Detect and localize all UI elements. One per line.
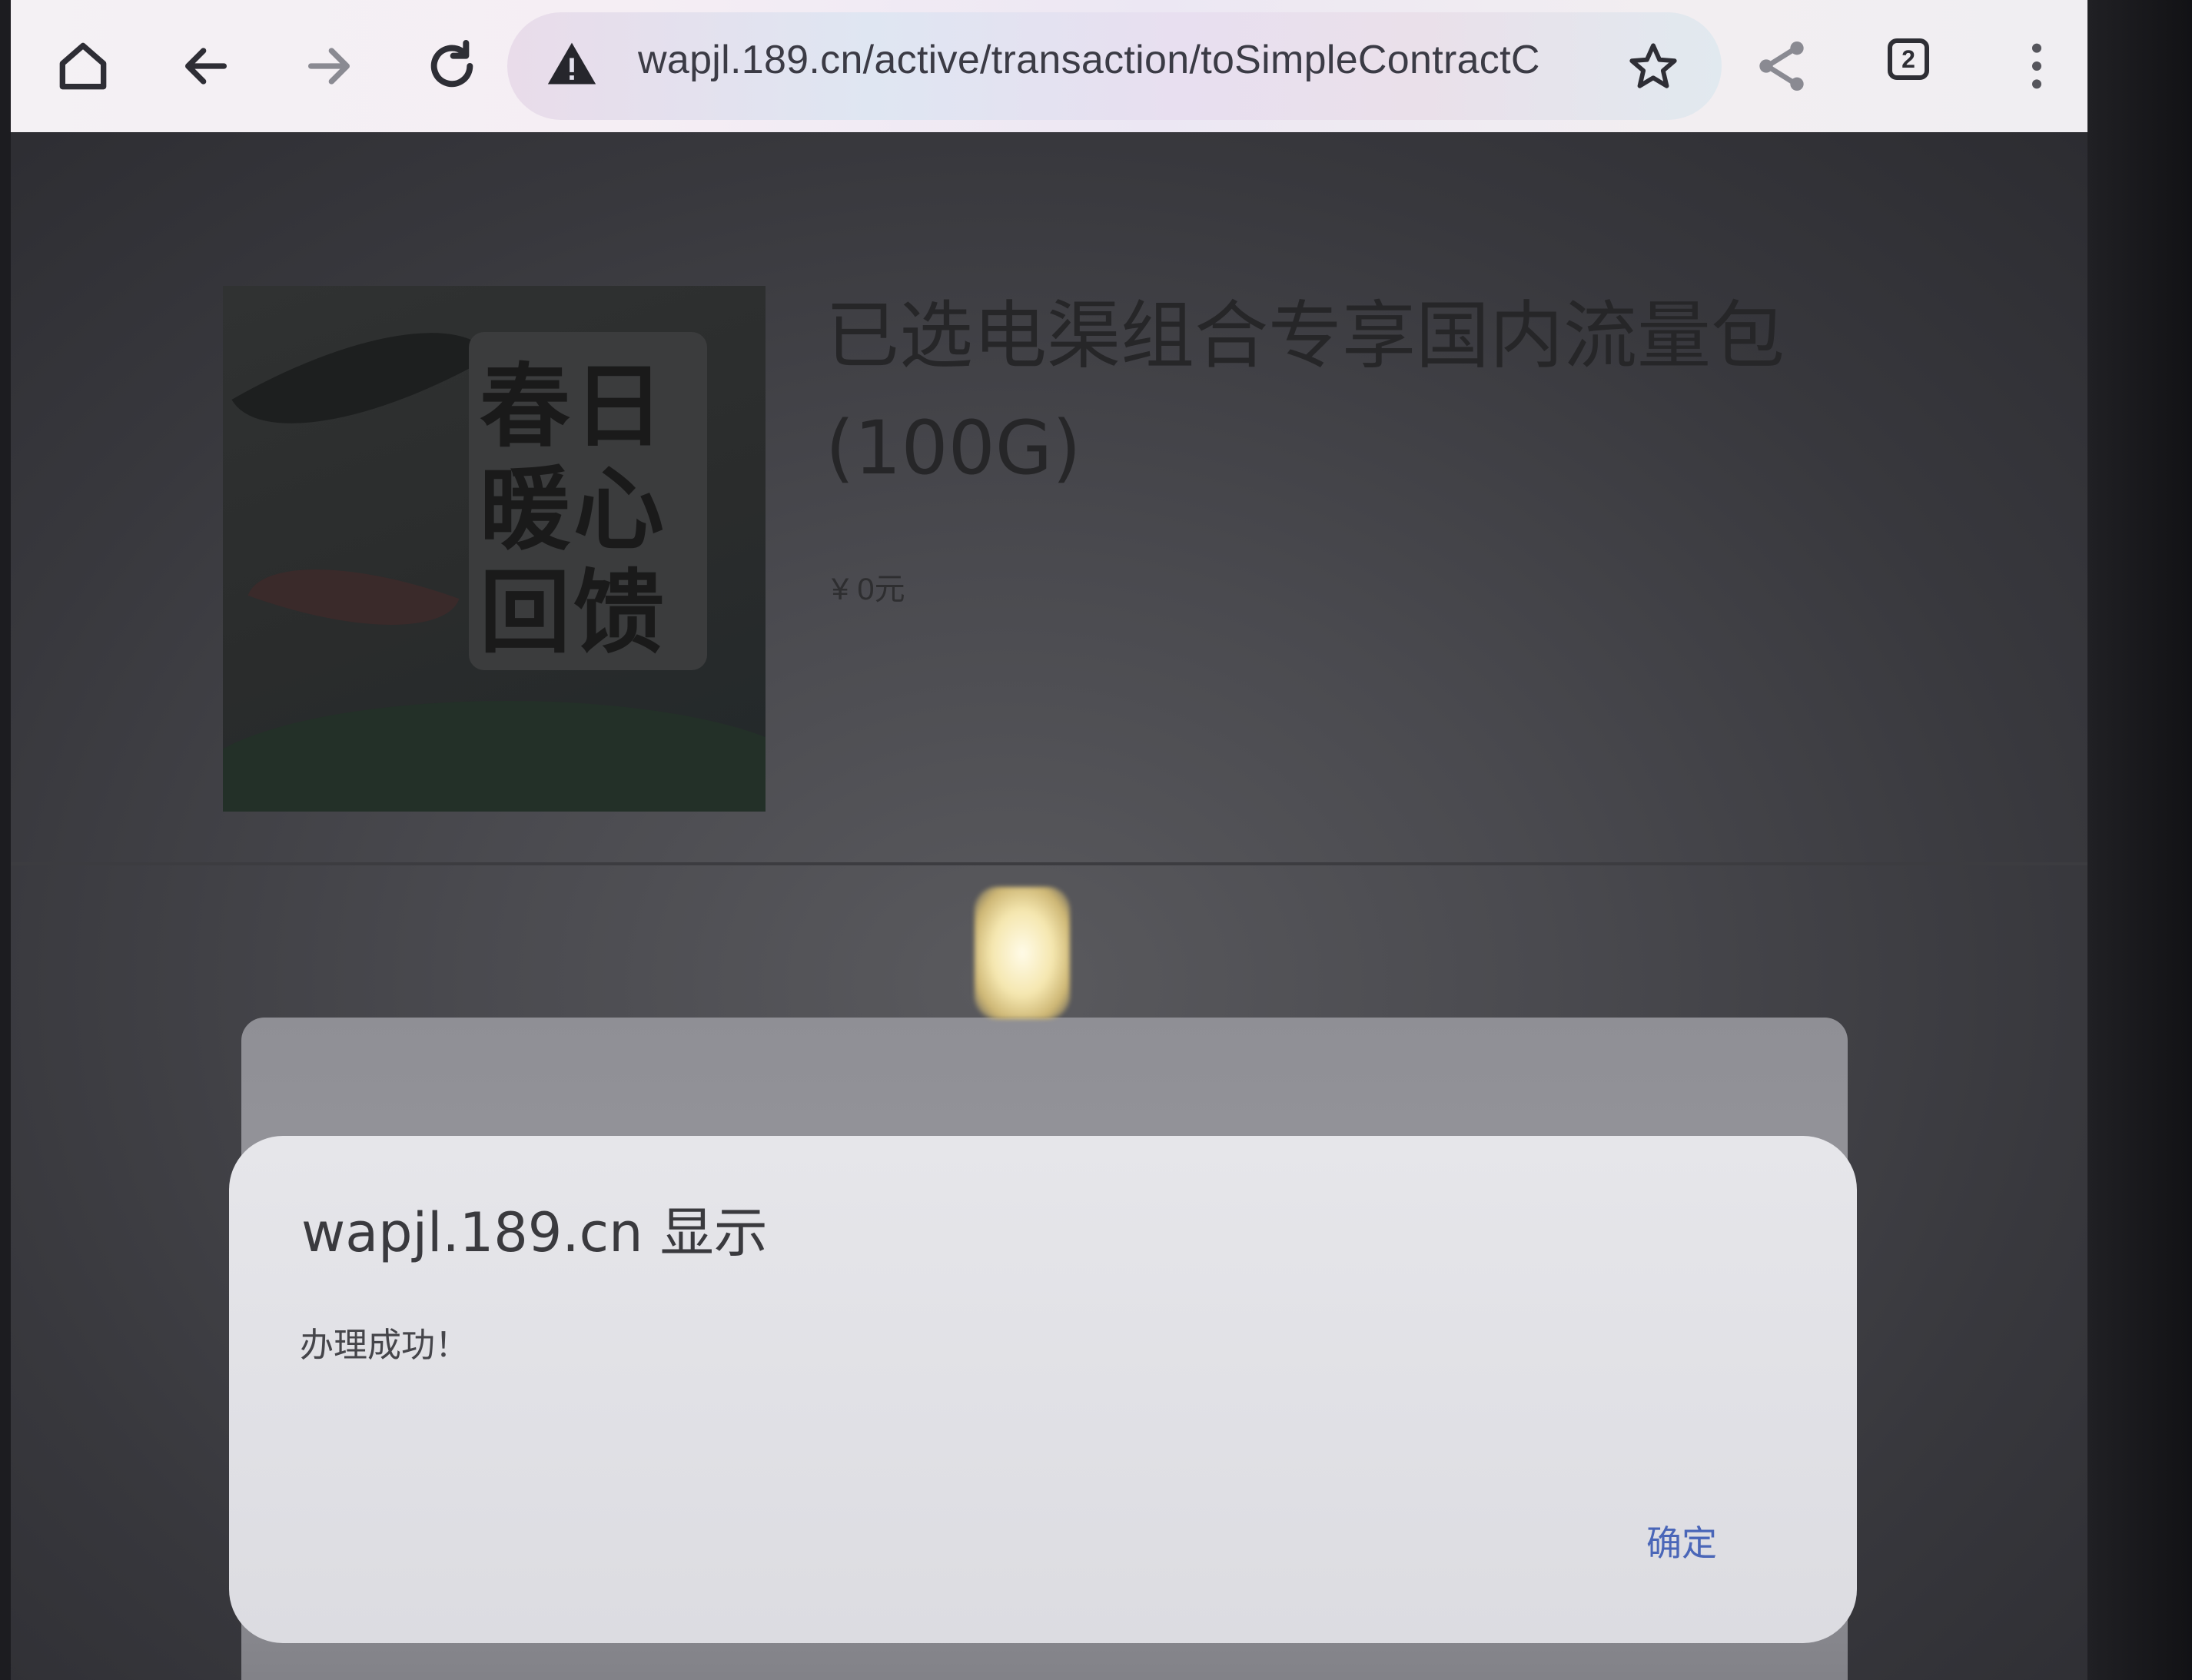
forward-icon[interactable] [298,35,360,97]
bookmark-star-icon[interactable] [1626,40,1680,94]
confirm-button[interactable]: 确定 [1636,1508,1728,1574]
alert-dialog: wapjl.189.cn 显示 办理成功！ 确定 [229,1136,1857,1643]
product-price: ¥ 0元 [832,573,905,606]
address-bar[interactable]: wapjl.189.cn/active/transaction/toSimple… [507,12,1722,120]
product-image: 春日暖心回馈 [223,286,766,812]
leaf-decoration [231,286,491,480]
share-icon[interactable] [1751,35,1812,97]
browser-toolbar: wapjl.189.cn/active/transaction/toSimple… [11,0,2087,132]
product-title: 已选电渠组合专享国内流量包(100G) [825,293,1785,491]
device-bezel [2087,0,2192,1680]
warning-icon[interactable] [546,38,598,91]
leaf-decoration [247,530,460,664]
promo-panel: 春日暖心回馈 [469,332,707,670]
dialog-message: 办理成功！ [300,1326,469,1365]
home-icon[interactable] [52,35,114,97]
dialog-title: wapjl.189.cn 显示 [301,1201,768,1264]
back-icon[interactable] [175,35,237,97]
url-text[interactable]: wapjl.189.cn/active/transaction/toSimple… [638,37,1576,83]
wave-decoration [223,701,766,812]
divider [11,862,2087,865]
tab-switcher-icon[interactable]: 2 [1888,38,1929,80]
reload-icon[interactable] [421,35,483,97]
light-glare [975,887,1070,1019]
promo-text: 春日暖心回馈 [480,354,668,666]
more-menu-icon[interactable] [2006,35,2067,97]
